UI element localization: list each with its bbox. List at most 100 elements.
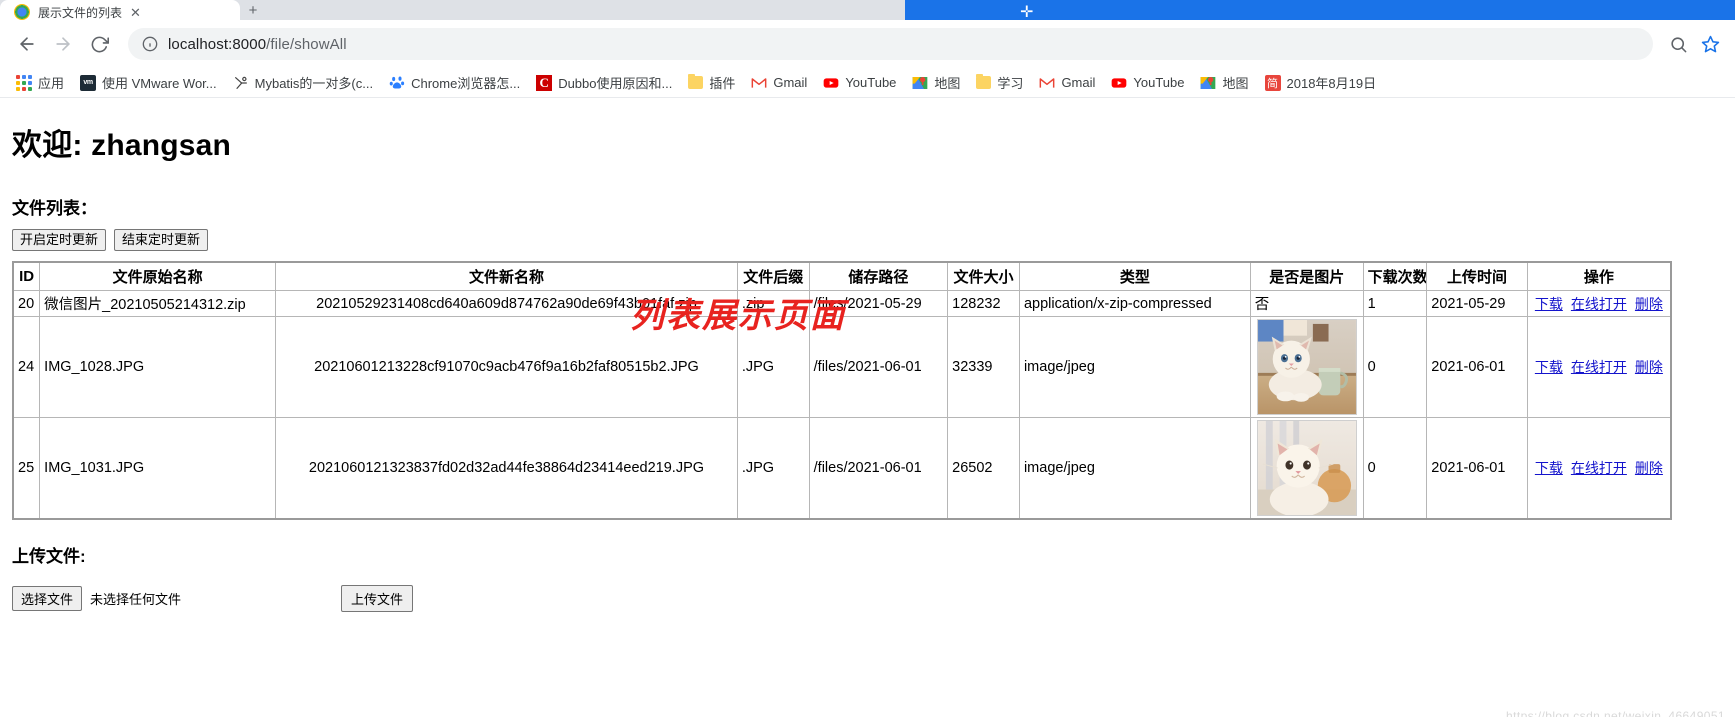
cell-original-name: IMG_1028.JPG (39, 316, 277, 418)
choose-file-button[interactable]: 选择文件 (12, 586, 83, 611)
bookmark-maps-2[interactable]: 地图 (1192, 70, 1256, 95)
cell-suffix: .JPG (736, 417, 810, 520)
cell-size: 128232 (947, 290, 1020, 317)
delete-link[interactable]: 删除 (1635, 359, 1663, 375)
browser-tab[interactable]: 展示文件的列表 ✕ (0, 0, 240, 20)
col-original-name: 文件原始名称 (39, 261, 277, 291)
stop-timer-button[interactable]: 结束定时更新 (114, 229, 209, 251)
bookmark-mybatis[interactable]: Mybatis的一对多(c... (225, 70, 381, 95)
bookmark-folder-study[interactable]: 学习 (968, 70, 1031, 95)
cell-id: 25 (12, 417, 41, 520)
bookmark-gmail-1[interactable]: Gmail (743, 72, 815, 94)
close-icon[interactable]: ✕ (130, 5, 141, 21)
bookmark-label: Dubbo使用原因和... (558, 76, 673, 91)
folder-icon (976, 74, 992, 89)
cell-id: 24 (12, 316, 41, 418)
cell-size: 26502 (947, 417, 1020, 520)
folder-icon (688, 74, 704, 89)
cell-original-name: 微信图片_20210505214312.zip (39, 290, 277, 317)
page-title: 欢迎: zhangsan (12, 129, 232, 162)
cell-id: 20 (12, 290, 41, 317)
timer-button-row: 开启定时更新 结束定时更新 (12, 229, 1727, 251)
chrome-favicon (14, 4, 30, 20)
bookmark-label: 插件 (709, 76, 736, 91)
download-link[interactable]: 下载 (1535, 460, 1563, 476)
upload-file-button[interactable]: 上传文件 (341, 585, 414, 612)
window-titlebar-area: ✛ (905, 0, 1735, 20)
maps-icon (912, 75, 928, 91)
download-link[interactable]: 下载 (1535, 296, 1563, 312)
col-upload-time: 上传时间 (1426, 261, 1528, 291)
bookmark-apps[interactable]: 应用 (8, 70, 72, 95)
file-list-heading: 文件列表： (12, 199, 97, 218)
cell-is-image: 否 (1249, 290, 1364, 317)
back-button[interactable] (10, 27, 44, 61)
bookmark-label: 2018年8月19日 (1286, 76, 1377, 91)
address-bar[interactable]: localhost:8000/file/showAll (128, 28, 1653, 60)
upload-heading: 上传文件: (12, 547, 86, 566)
cell-downloads: 0 (1362, 417, 1428, 520)
col-new-name: 文件新名称 (275, 261, 738, 291)
baidu-icon (389, 75, 405, 91)
cell-type: image/jpeg (1018, 417, 1251, 520)
cell-original-name: IMG_1031.JPG (39, 417, 277, 520)
bookmark-vmware[interactable]: vm 使用 VMware Wor... (72, 70, 225, 95)
col-type: 类型 (1018, 261, 1251, 291)
tab-title: 展示文件的列表 (38, 6, 123, 20)
page-content: 欢迎: zhangsan 文件列表： 列表展示页面 开启定时更新 结束定时更新 (0, 120, 1735, 717)
bookmark-youtube-1[interactable]: YouTube (815, 72, 904, 94)
bookmark-youtube-2[interactable]: YouTube (1103, 72, 1192, 94)
watermark: https://blog.csdn.net/weixin_46649051 (1506, 709, 1725, 717)
cell-operations: 下载 在线打开 删除 (1526, 417, 1672, 520)
new-tab-button[interactable]: + (240, 1, 266, 20)
delete-link[interactable]: 删除 (1635, 296, 1663, 312)
annotation-text: 列表展示页面 (630, 298, 846, 335)
open-online-link[interactable]: 在线打开 (1571, 359, 1627, 375)
csdn-icon: C (536, 74, 553, 91)
download-link[interactable]: 下载 (1535, 359, 1563, 375)
bookmark-gmail-2[interactable]: Gmail (1031, 72, 1103, 94)
cell-thumbnail (1249, 417, 1364, 520)
bookmark-label: 学习 (997, 76, 1024, 91)
cell-downloads: 1 (1362, 290, 1428, 317)
start-timer-button[interactable]: 开启定时更新 (12, 229, 107, 251)
delete-link[interactable]: 删除 (1635, 460, 1663, 476)
cell-size: 32339 (947, 316, 1020, 418)
cell-upload-time: 2021-05-29 (1426, 290, 1528, 317)
bookmark-date[interactable]: 简 2018年8月19日 (1257, 70, 1385, 95)
plus-icon: ✛ (1020, 4, 1034, 20)
cell-upload-time: 2021-06-01 (1426, 316, 1528, 418)
bookmark-chrome-tip[interactable]: Chrome浏览器怎... (381, 70, 528, 95)
bookmark-star-icon[interactable] (1695, 29, 1725, 59)
apps-grid-icon (16, 74, 32, 91)
bookmark-label: YouTube (845, 75, 897, 90)
col-size: 文件大小 (947, 261, 1020, 291)
bookmark-label: 使用 VMware Wor... (102, 76, 217, 91)
col-path: 储存路径 (808, 261, 949, 291)
zhihu-icon (233, 75, 249, 91)
bookmark-label: YouTube (1133, 75, 1185, 90)
cell-downloads: 0 (1362, 316, 1428, 418)
bookmark-folder-plugins[interactable]: 插件 (680, 70, 743, 95)
gmail-icon (1039, 75, 1055, 91)
vmware-icon: vm (80, 74, 97, 91)
thumbnail-fluffy-cat (1256, 420, 1357, 516)
col-suffix: 文件后缀 (736, 261, 810, 291)
url-text: localhost:8000/file/showAll (168, 36, 347, 53)
cell-path: /files/2021-06-01 (808, 417, 949, 520)
forward-button[interactable] (46, 27, 80, 61)
open-online-link[interactable]: 在线打开 (1571, 296, 1627, 312)
zoom-search-icon[interactable] (1663, 29, 1693, 59)
open-online-link[interactable]: 在线打开 (1571, 460, 1627, 476)
bookmark-maps-1[interactable]: 地图 (904, 70, 968, 95)
cell-type: image/jpeg (1018, 316, 1251, 418)
bookmark-dubbo[interactable]: C Dubbo使用原因和... (528, 70, 680, 95)
info-circle-icon[interactable] (142, 36, 158, 52)
upload-form: 选择文件 未选择任何文件 上传文件 (12, 585, 1727, 612)
table-row: 25 IMG_1031.JPG 2021060121323837fd02d32a… (12, 417, 1672, 520)
bookmark-label: Gmail (773, 75, 808, 90)
bookmark-label: Mybatis的一对多(c... (254, 76, 374, 91)
reload-button[interactable] (82, 27, 116, 61)
url-host: localhost:8000 (168, 35, 267, 53)
url-path: /file/showAll (266, 35, 347, 53)
